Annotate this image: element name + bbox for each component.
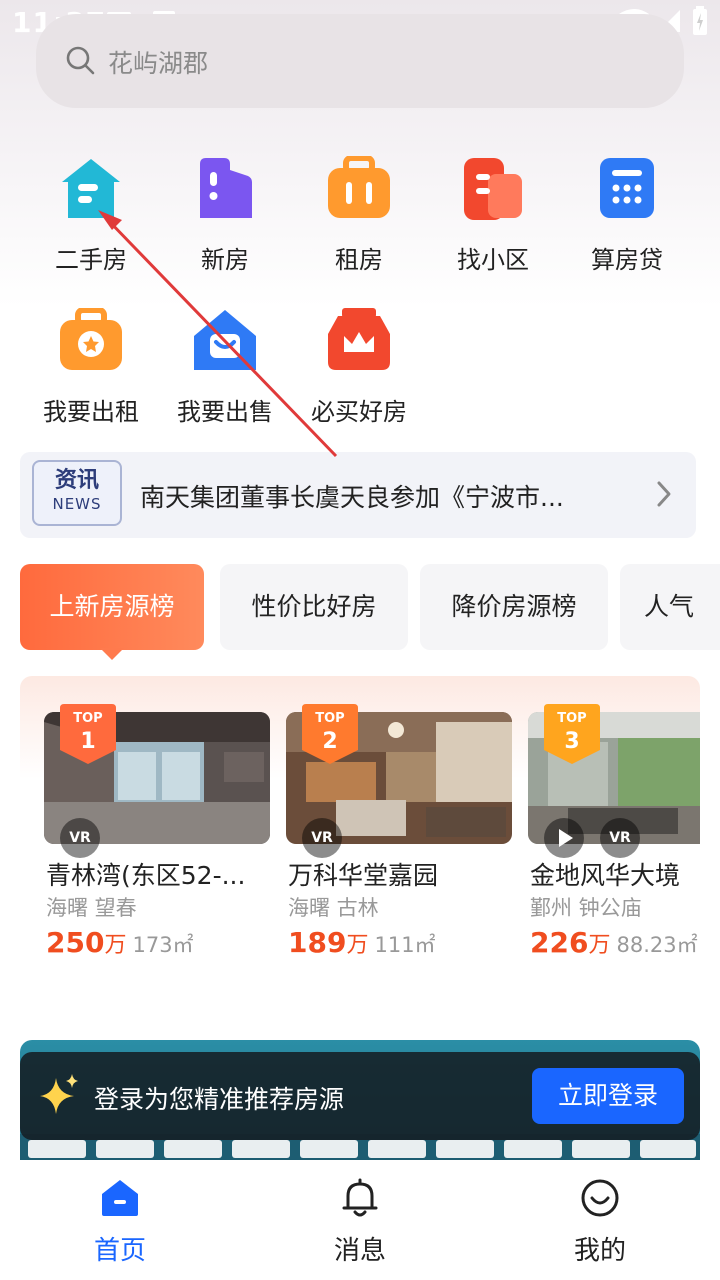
- listing-name: 金地风华大境: [530, 861, 681, 890]
- rank-number: 2: [322, 729, 337, 754]
- active-tab-pointer: [100, 648, 124, 660]
- bell-icon: [340, 1178, 380, 1222]
- listing-name: 万科华堂嘉园: [288, 861, 439, 890]
- rank-top-label: TOP: [557, 711, 586, 726]
- secondhand-house-icon: [58, 156, 124, 222]
- login-button[interactable]: 立即登录: [532, 1068, 684, 1124]
- mortgage-calculator-icon: [594, 156, 660, 222]
- listing-card[interactable]: TOP 3 VR 金地风华大境 鄞州 钟公庙 226万 88.23㎡: [528, 704, 700, 1002]
- grid-label: 新房: [201, 246, 249, 274]
- home-icon: [100, 1178, 140, 1222]
- find-community-icon: [460, 156, 526, 222]
- price-value: 226: [530, 926, 589, 959]
- price-unit: 万: [346, 933, 369, 958]
- tab-popular[interactable]: 人气: [620, 564, 720, 650]
- news-badge-subtitle: NEWS: [52, 495, 102, 513]
- nav-label: 首页: [93, 1236, 146, 1266]
- price-unit: 万: [588, 933, 611, 958]
- rank-number: 3: [564, 729, 579, 754]
- listing-card[interactable]: TOP 2 VR 万科华堂嘉园 海曙 古林 189万 111㎡: [286, 704, 512, 1002]
- sparkle-icon: [40, 1072, 80, 1120]
- listing-size: 88.23㎡: [616, 933, 698, 957]
- listing-price: 250万 173㎡: [46, 926, 194, 959]
- search-bar[interactable]: 花屿湖郡: [36, 14, 684, 108]
- vr-badge[interactable]: VR: [600, 818, 640, 858]
- tab-new-listings[interactable]: 上新房源榜: [20, 564, 204, 650]
- listing-area: 鄞州 钟公庙: [530, 896, 642, 920]
- tab-value-listings[interactable]: 性价比好房: [220, 564, 408, 650]
- bottom-navigation: 首页 消息 我的: [0, 1160, 720, 1280]
- rank-badge: TOP 2: [302, 704, 358, 764]
- list-for-rent-icon: [58, 307, 124, 374]
- grid-label: 租房: [335, 246, 383, 274]
- must-buy-crown-icon: [326, 308, 392, 374]
- login-prompt-text: 登录为您精准推荐房源: [94, 1085, 345, 1114]
- grid-label: 我要出售: [177, 398, 273, 426]
- listing-card[interactable]: TOP 1 VR 青林湾(东区52-... 海曙 望春 250万 173㎡: [44, 704, 270, 1002]
- price-value: 250: [46, 926, 105, 959]
- listing-name: 青林湾(东区52-...: [46, 861, 246, 890]
- listing-size: 173㎡: [132, 933, 194, 957]
- grid-label: 我要出租: [43, 398, 139, 426]
- new-house-icon: [192, 156, 258, 222]
- login-prompt-bar[interactable]: 登录为您精准推荐房源 立即登录: [20, 1052, 700, 1140]
- tab-price-drop[interactable]: 降价房源榜: [420, 564, 608, 650]
- listing-size: 111㎡: [374, 933, 436, 957]
- rank-top-label: TOP: [315, 711, 344, 726]
- play-video-icon[interactable]: [544, 818, 584, 858]
- news-ticker[interactable]: 资讯 NEWS 南天集团董事长虞天良参加《宁波市...: [20, 452, 696, 538]
- listing-price: 226万 88.23㎡: [530, 926, 698, 959]
- rent-house-icon: [326, 155, 392, 222]
- grid-label: 算房贷: [591, 246, 663, 274]
- search-placeholder: 花屿湖郡: [108, 49, 209, 78]
- price-unit: 万: [104, 933, 127, 958]
- rank-top-label: TOP: [73, 711, 102, 726]
- nav-label: 消息: [333, 1236, 386, 1266]
- listing-area: 海曙 古林: [288, 896, 379, 920]
- nav-label: 我的: [573, 1236, 626, 1266]
- grid-label: 找小区: [457, 246, 529, 274]
- grid-label: 二手房: [55, 246, 127, 274]
- vr-badge[interactable]: VR: [302, 818, 342, 858]
- search-icon: [66, 46, 96, 80]
- news-badge-title: 资讯: [54, 468, 99, 493]
- vr-badge[interactable]: VR: [60, 818, 100, 858]
- listing-area: 海曙 望春: [46, 896, 137, 920]
- price-value: 189: [288, 926, 347, 959]
- smiley-profile-icon: [580, 1178, 620, 1222]
- listing-carousel: TOP 1 VR 青林湾(东区52-... 海曙 望春 250万 173㎡ TOP 2…: [20, 676, 700, 1020]
- battery-icon: [692, 6, 708, 40]
- chevron-right-icon[interactable]: [656, 480, 672, 512]
- rank-badge: TOP 1: [60, 704, 116, 764]
- rank-badge: TOP 3: [544, 704, 600, 764]
- news-badge: 资讯 NEWS: [32, 460, 122, 526]
- rank-number: 1: [80, 729, 95, 754]
- list-for-sale-icon: [192, 308, 258, 374]
- listing-price: 189万 111㎡: [288, 926, 436, 959]
- grid-label: 必买好房: [311, 398, 407, 426]
- news-headline[interactable]: 南天集团董事长虞天良参加《宁波市...: [140, 478, 564, 514]
